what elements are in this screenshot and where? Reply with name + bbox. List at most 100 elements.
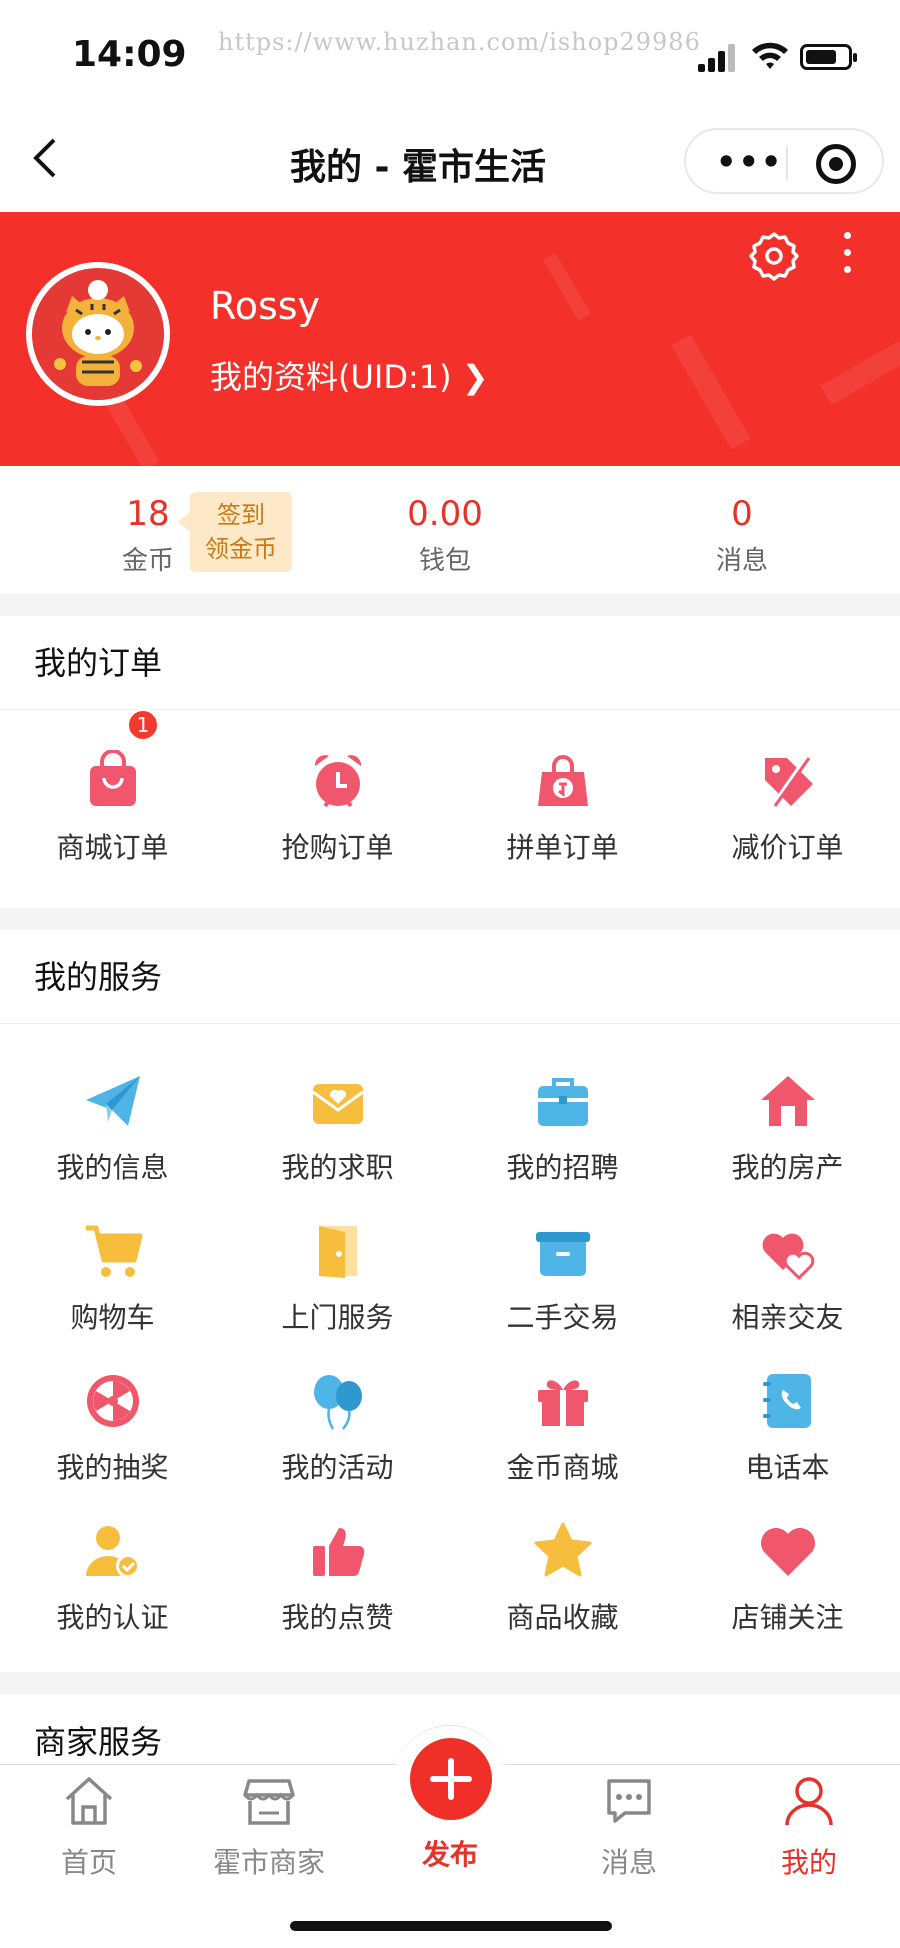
status-bar: 14:09 https://www.huzhan.com/ishop29986: [0, 0, 900, 108]
service-lottery[interactable]: 我的抽奖: [0, 1342, 225, 1492]
service-label: 相亲交友: [731, 1301, 844, 1334]
service-label: 我的房产: [731, 1151, 844, 1184]
service-favorites[interactable]: 商品收藏: [450, 1492, 675, 1642]
banner-decoration: [543, 253, 591, 321]
tab-label: 我的: [780, 1846, 837, 1879]
user-name: Rossy: [210, 284, 321, 328]
service-job-seeking[interactable]: 我的求职: [225, 1042, 450, 1192]
heart-icon: [761, 1528, 815, 1576]
chevron-left-icon: [33, 138, 56, 178]
messages-label: 消息: [715, 546, 768, 576]
service-label: 金币商城: [506, 1451, 619, 1484]
navigation-bar: 我的 - 霍市生活 •••: [0, 108, 900, 212]
service-dating[interactable]: 相亲交友: [675, 1192, 900, 1342]
my-services-section: 我的服务 我的信息 我的求职 我的招聘 我的房产 购物车 上门服务 二手交易 相…: [0, 930, 900, 1672]
more-vertical-icon[interactable]: [840, 232, 856, 282]
service-my-info[interactable]: 我的信息: [0, 1042, 225, 1192]
star-icon: [534, 1522, 592, 1577]
order-mall[interactable]: 1 商城订单: [0, 708, 225, 872]
briefcase-icon: [538, 1078, 588, 1126]
capsule-divider: [786, 146, 788, 180]
lottery-wheel-icon: [87, 1375, 139, 1427]
paper-plane-icon: [86, 1076, 140, 1126]
phonebook-icon: [763, 1374, 811, 1428]
section-title: 我的订单: [0, 616, 900, 710]
profile-banner: Rossy 我的资料(UID:1) ❯: [0, 212, 900, 466]
close-miniprogram-button[interactable]: [816, 144, 856, 184]
banner-decoration: [671, 334, 751, 450]
messages-stat[interactable]: 0 消息: [662, 494, 822, 577]
home-icon: [65, 1777, 113, 1825]
box-icon: [536, 1232, 590, 1276]
user-icon: [785, 1777, 833, 1826]
my-profile-link[interactable]: 我的资料(UID:1) ❯: [210, 352, 489, 398]
order-flash-sale-label: 抢购订单: [281, 831, 394, 864]
service-label: 我的活动: [281, 1451, 394, 1484]
discount-tag-icon: [765, 754, 813, 810]
tab-merchants[interactable]: 霍市商家: [204, 1773, 334, 1881]
service-cart[interactable]: 购物车: [0, 1192, 225, 1342]
envelope-heart-icon: [312, 1084, 364, 1124]
order-mall-label: 商城订单: [56, 831, 169, 864]
service-label: 我的抽奖: [56, 1451, 169, 1484]
service-real-estate[interactable]: 我的房产: [675, 1042, 900, 1192]
shopping-bag-icon: [90, 750, 136, 806]
service-label: 我的招聘: [506, 1151, 619, 1184]
tab-home[interactable]: 首页: [24, 1773, 154, 1881]
order-flash-sale[interactable]: 抢购订单: [225, 722, 450, 872]
alarm-clock-icon: [314, 755, 362, 808]
sign-in-button[interactable]: 签到 领金币: [178, 492, 292, 572]
get-coins-label: 领金币: [205, 535, 277, 563]
wifi-icon: [752, 42, 788, 69]
order-price-cut-label: 减价订单: [731, 831, 844, 864]
wallet-label: 钱包: [418, 546, 471, 576]
wallet-stat[interactable]: 0.00 钱包: [365, 494, 525, 577]
tab-label: 首页: [60, 1846, 117, 1879]
thumbs-up-icon: [313, 1528, 365, 1576]
service-coin-mall[interactable]: 金币商城: [450, 1342, 675, 1492]
service-likes[interactable]: 我的点赞: [225, 1492, 450, 1642]
service-label: 上门服务: [281, 1301, 394, 1334]
tab-mine[interactable]: 我的: [744, 1773, 874, 1881]
service-second-hand[interactable]: 二手交易: [450, 1192, 675, 1342]
settings-gear-icon[interactable]: [748, 230, 800, 282]
back-button[interactable]: [30, 136, 70, 184]
gift-icon: [538, 1380, 588, 1426]
order-group-buy[interactable]: 拼单订单: [450, 722, 675, 872]
signal-icon: [698, 42, 738, 72]
service-activities[interactable]: 我的活动: [225, 1342, 450, 1492]
service-label: 商品收藏: [506, 1601, 619, 1634]
sign-in-label: 签到: [217, 501, 265, 529]
service-recruitment[interactable]: 我的招聘: [450, 1042, 675, 1192]
plus-icon: [410, 1738, 492, 1820]
order-price-cut[interactable]: 减价订单: [675, 722, 900, 872]
balloons-icon: [314, 1375, 362, 1430]
page-title: 我的 - 霍市生活: [290, 147, 547, 188]
service-phonebook[interactable]: 电话本: [675, 1342, 900, 1492]
banner-decoration: [820, 340, 900, 406]
tab-label: 消息: [600, 1846, 657, 1879]
group-bag-icon: [538, 755, 588, 806]
more-menu-button[interactable]: •••: [716, 146, 783, 178]
account-stats: 18 金币 签到 领金币 0.00 钱包 0 消息: [0, 466, 900, 594]
battery-icon: [800, 44, 857, 70]
service-store-follow[interactable]: 店铺关注: [675, 1492, 900, 1642]
service-label: 我的信息: [56, 1151, 169, 1184]
service-label: 店铺关注: [731, 1601, 844, 1634]
house-icon: [761, 1076, 815, 1126]
store-icon: [243, 1779, 295, 1825]
avatar[interactable]: [26, 262, 170, 406]
tab-messages[interactable]: 消息: [564, 1773, 694, 1881]
tab-label: 发布: [421, 1838, 478, 1871]
status-time: 14:09: [72, 34, 187, 75]
service-door-to-door[interactable]: 上门服务: [225, 1192, 450, 1342]
service-label: 购物车: [70, 1301, 155, 1334]
service-verification[interactable]: 我的认证: [0, 1492, 225, 1642]
section-title: 我的服务: [0, 930, 900, 1024]
hearts-icon: [762, 1233, 815, 1281]
chat-icon: [607, 1779, 651, 1823]
cart-icon: [86, 1225, 143, 1277]
my-orders-section: 我的订单 1 商城订单 抢购订单 拼单订单 减价订单: [0, 616, 900, 908]
verified-user-icon: [86, 1526, 140, 1578]
publish-button[interactable]: [394, 1725, 506, 1837]
